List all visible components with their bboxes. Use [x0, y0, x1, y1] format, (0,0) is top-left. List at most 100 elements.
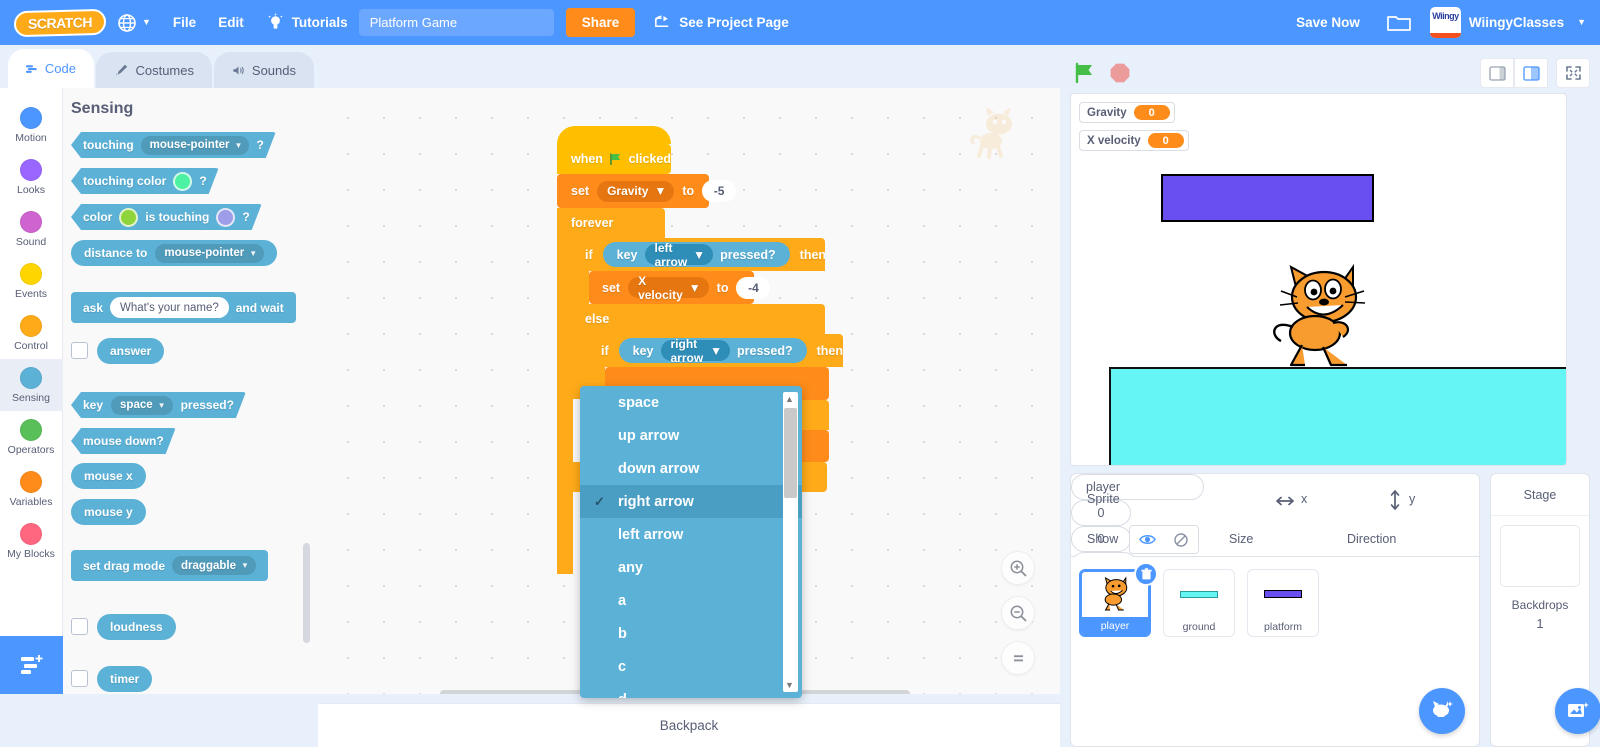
block-if-right-arrow[interactable]: if key right arrow ▼ pressed? then — [589, 334, 843, 367]
distance-target-dropdown[interactable]: mouse-pointer ▼ — [155, 243, 265, 263]
stage-sprite-platform[interactable] — [1161, 174, 1374, 222]
fullscreen-button[interactable] — [1556, 58, 1590, 88]
ask-question-input[interactable]: What's your name? — [110, 297, 229, 318]
drag-mode-dropdown[interactable]: draggable ▼ — [172, 556, 256, 575]
sprite-card-ground[interactable]: ground — [1163, 569, 1235, 637]
block-touching-color[interactable]: touching color ? — [71, 168, 219, 194]
category-motion[interactable]: Motion — [0, 99, 63, 151]
chevron-down-icon[interactable]: ▼ — [783, 680, 796, 690]
menu-tutorials[interactable]: Tutorials — [255, 0, 359, 45]
add-extension-button[interactable] — [0, 636, 63, 694]
color-swatch-a[interactable] — [119, 208, 138, 227]
share-button[interactable]: Share — [565, 8, 636, 37]
dropdown-option-space[interactable]: space — [580, 386, 802, 419]
stage-sprite-player[interactable] — [1267, 261, 1373, 371]
sprite-card-player[interactable]: player — [1079, 562, 1158, 637]
dropdown-option-a[interactable]: a — [580, 584, 802, 617]
backpack-bar[interactable]: Backpack — [318, 703, 1060, 747]
category-my-blocks[interactable]: My Blocks — [0, 515, 63, 567]
category-looks[interactable]: Looks — [0, 151, 63, 203]
block-mouse-down[interactable]: mouse down? — [71, 428, 176, 454]
zoom-out-button[interactable] — [1001, 596, 1035, 630]
menu-edit[interactable]: Edit — [207, 0, 255, 45]
key-right-dropdown[interactable]: right arrow ▼ — [660, 337, 731, 365]
color-swatch-b[interactable] — [216, 208, 235, 227]
block-else[interactable]: else — [573, 304, 825, 334]
dropdown-option-d[interactable]: d — [580, 683, 802, 699]
delete-sprite-button[interactable] — [1134, 562, 1158, 586]
block-touching[interactable]: touching mouse-pointer ▼ ? — [71, 132, 276, 158]
key-dropdown[interactable]: space ▼ — [111, 396, 173, 415]
dropdown-option-up-arrow[interactable]: up arrow — [580, 419, 802, 452]
monitor-checkbox-timer[interactable] — [71, 670, 88, 687]
language-selector[interactable]: ▼ — [106, 0, 162, 45]
menu-file[interactable]: File — [162, 0, 207, 45]
gravity-value-input[interactable]: -5 — [702, 180, 737, 202]
dropdown-option-right-arrow[interactable]: ✓ right arrow — [580, 485, 802, 518]
show-visible-button[interactable] — [1130, 526, 1164, 553]
block-set-drag-mode[interactable]: set drag mode draggable ▼ — [71, 550, 268, 581]
xvelocity-value-input[interactable]: -4 — [736, 276, 771, 299]
category-control[interactable]: Control — [0, 307, 63, 359]
block-ask-and-wait[interactable]: ask What's your name? and wait — [71, 292, 296, 323]
scratch-logo[interactable]: SCRATCH — [14, 8, 106, 37]
account-menu[interactable]: Wiingy WiingyClasses ▼ — [1426, 7, 1600, 38]
project-title-input[interactable] — [358, 9, 554, 36]
large-stage-button[interactable] — [1514, 58, 1548, 88]
stage-canvas[interactable]: Gravity 0 X velocity 0 — [1070, 93, 1567, 466]
zoom-reset-button[interactable] — [1001, 641, 1035, 675]
monitor-gravity[interactable]: Gravity 0 — [1079, 102, 1175, 123]
tab-costumes[interactable]: Costumes — [96, 52, 212, 88]
dropdown-option-b[interactable]: b — [580, 617, 802, 650]
monitor-checkbox-answer[interactable] — [71, 342, 88, 359]
block-color-is-touching[interactable]: color is touching ? — [71, 204, 262, 230]
dropdown-option-down-arrow[interactable]: down arrow — [580, 452, 802, 485]
palette-scrollbar[interactable] — [303, 543, 310, 643]
block-timer[interactable]: timer — [97, 666, 153, 692]
category-events[interactable]: Events — [0, 255, 63, 307]
chevron-up-icon[interactable]: ▲ — [783, 394, 796, 404]
block-if-left-arrow[interactable]: if key left arrow ▼ pressed? then — [573, 238, 826, 271]
monitor-x-velocity[interactable]: X velocity 0 — [1079, 130, 1189, 151]
my-stuff-button[interactable] — [1372, 12, 1426, 34]
color-swatch-touching[interactable] — [173, 172, 192, 191]
category-variables[interactable]: Variables — [0, 463, 63, 515]
block-palette[interactable]: Sensing touching mouse-pointer ▼ ? touch… — [63, 88, 318, 694]
block-set-x-velocity[interactable]: set X velocity ▼ to -4 — [589, 271, 771, 304]
block-key-right-arrow-pressed[interactable]: key right arrow ▼ pressed? — [618, 337, 807, 365]
backdrop-thumbnail[interactable] — [1500, 525, 1580, 587]
block-mouse-x[interactable]: mouse x — [71, 463, 146, 489]
green-flag-button[interactable] — [1073, 61, 1097, 88]
block-distance-to[interactable]: distance to mouse-pointer ▼ — [71, 240, 278, 266]
add-backdrop-button[interactable] — [1555, 688, 1600, 734]
block-mouse-y[interactable]: mouse y — [71, 499, 146, 525]
block-answer[interactable]: answer — [97, 338, 165, 364]
stage-sprite-ground[interactable] — [1109, 367, 1566, 465]
add-sprite-button[interactable] — [1419, 688, 1465, 734]
dropdown-option-c[interactable]: c — [580, 650, 802, 683]
tab-sounds[interactable]: Sounds — [214, 52, 314, 88]
monitor-checkbox-loudness[interactable] — [71, 618, 88, 635]
dropdown-option-left-arrow[interactable]: left arrow — [580, 518, 802, 551]
tab-code[interactable]: Code — [8, 49, 94, 88]
key-left-dropdown[interactable]: left arrow ▼ — [644, 241, 714, 269]
block-loudness[interactable]: loudness — [97, 614, 176, 640]
dropdown-scrollbar-thumb[interactable] — [784, 408, 797, 498]
category-operators[interactable]: Operators — [0, 411, 63, 463]
show-hidden-button[interactable] — [1164, 526, 1198, 553]
block-forever-header[interactable]: forever — [557, 208, 665, 238]
block-when-flag-clicked[interactable]: when clicked — [557, 144, 671, 174]
zoom-in-button[interactable] — [1001, 551, 1035, 585]
see-project-page-button[interactable]: See Project Page — [653, 13, 789, 32]
block-key-left-arrow-pressed[interactable]: key left arrow ▼ pressed? — [602, 241, 790, 269]
category-sound[interactable]: Sound — [0, 203, 63, 255]
save-now-button[interactable]: Save Now — [1284, 15, 1372, 30]
block-set-gravity[interactable]: set Gravity ▼ to -5 — [557, 174, 737, 208]
key-options-dropdown-menu[interactable]: space up arrow down arrow ✓ right arrow … — [580, 386, 802, 698]
stop-button[interactable] — [1109, 62, 1131, 87]
touching-target-dropdown[interactable]: mouse-pointer ▼ — [141, 136, 250, 155]
sprite-card-platform[interactable]: platform — [1247, 569, 1319, 637]
block-key-pressed[interactable]: key space ▼ pressed? — [71, 392, 246, 418]
small-stage-button[interactable] — [1480, 58, 1514, 88]
stage-selector-panel[interactable]: Stage Backdrops 1 — [1490, 473, 1600, 747]
